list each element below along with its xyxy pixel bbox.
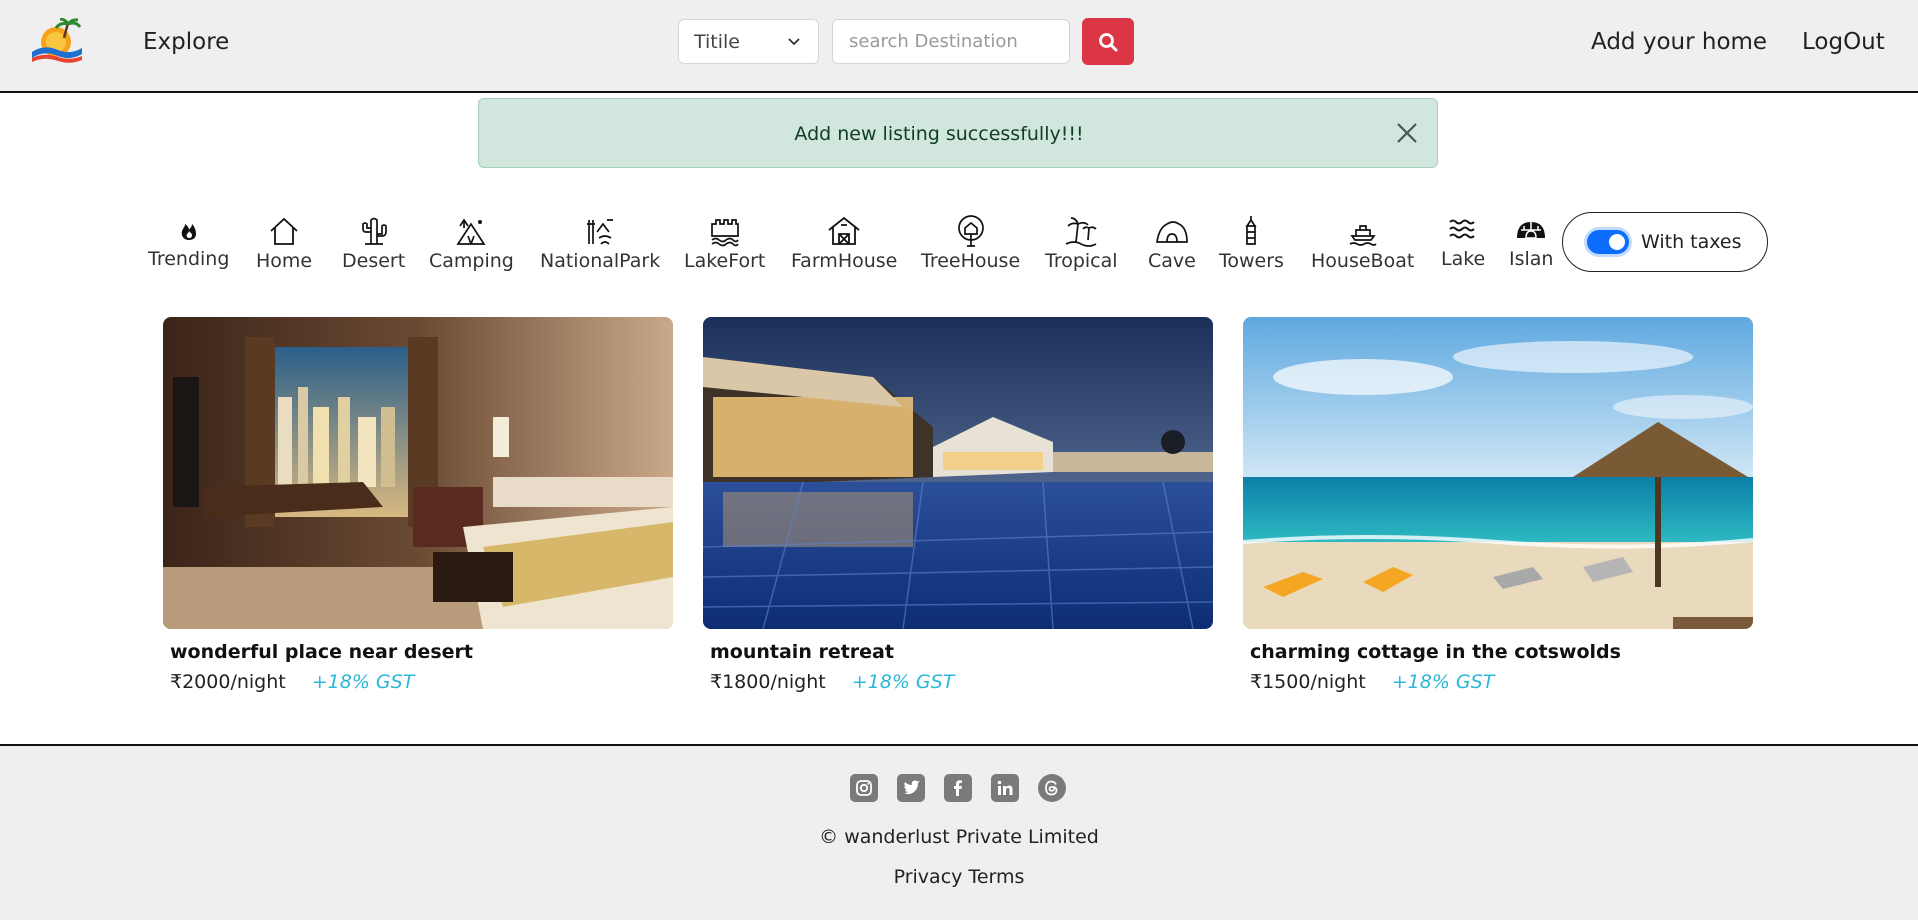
- filter-tropical[interactable]: Tropical: [1045, 214, 1118, 272]
- privacy-link[interactable]: Privacy: [894, 866, 963, 888]
- tax-toggle-label: With taxes: [1641, 231, 1742, 253]
- nav-explore-link[interactable]: Explore: [143, 29, 229, 55]
- filter-treehouse[interactable]: TreeHouse: [921, 214, 1020, 272]
- tax-switch[interactable]: [1587, 230, 1629, 254]
- fire-icon: [181, 224, 196, 240]
- cave-icon: [1155, 221, 1188, 243]
- palm-icon: [1065, 217, 1097, 247]
- filter-label: Islan: [1509, 248, 1554, 270]
- navbar: Explore Titile Add your home LogOut: [0, 0, 1918, 93]
- chevron-down-icon: [788, 38, 800, 46]
- water-icon: [1449, 219, 1475, 239]
- listing-price: ₹1500/night: [1250, 671, 1366, 693]
- hotel-room-image: [163, 317, 673, 629]
- filter-label: Cave: [1148, 250, 1196, 272]
- listing-image[interactable]: [163, 317, 673, 629]
- beach-umbrella-image: [1243, 317, 1753, 629]
- listing-price: ₹1800/night: [710, 671, 826, 693]
- filter-towers[interactable]: Towers: [1219, 214, 1284, 272]
- switch-knob: [1609, 234, 1625, 250]
- pool-resort-image: [703, 317, 1213, 629]
- filter-label: LakeFort: [684, 250, 766, 272]
- search-select-value: Titile: [694, 31, 740, 53]
- listing-image[interactable]: [1243, 317, 1753, 629]
- listing-card[interactable]: charming cottage in the cotswolds ₹1500/…: [1243, 317, 1753, 693]
- listing-title: charming cottage in the cotswolds: [1250, 641, 1621, 663]
- ship-icon: [1349, 225, 1377, 246]
- search-category-select[interactable]: Titile: [678, 19, 819, 64]
- filter-desert[interactable]: Desert: [342, 214, 405, 272]
- filter-islan[interactable]: Islan: [1509, 212, 1553, 270]
- copyright-text: © wanderlust Private Limited: [819, 826, 1099, 848]
- terms-link[interactable]: Terms: [968, 866, 1024, 888]
- add-your-home-link[interactable]: Add your home: [1591, 29, 1767, 55]
- filter-label: Camping: [429, 250, 514, 272]
- house-icon: [270, 217, 298, 245]
- listing-price-row: ₹1800/night +18% GST: [710, 671, 1213, 693]
- gst-label: +18% GST: [1391, 671, 1495, 693]
- filter-nationalpark[interactable]: NationalPark: [540, 214, 660, 272]
- linkedin-icon[interactable]: [991, 774, 1019, 802]
- fort-icon: [710, 219, 739, 247]
- filter-lake[interactable]: Lake: [1441, 212, 1485, 270]
- brand-logo[interactable]: [30, 17, 84, 64]
- listing-title: wonderful place near desert: [170, 641, 473, 663]
- twitter-icon[interactable]: [897, 774, 925, 802]
- filter-cave[interactable]: Cave: [1148, 214, 1196, 272]
- filter-label: Trending: [148, 248, 230, 270]
- gst-label: +18% GST: [851, 671, 955, 693]
- filter-label: NationalPark: [540, 250, 661, 272]
- filter-trending[interactable]: Trending: [148, 212, 229, 270]
- filter-home[interactable]: Home: [256, 214, 312, 272]
- filter-camping[interactable]: Camping: [429, 214, 514, 272]
- threads-icon[interactable]: [1038, 774, 1066, 802]
- filter-lakefort[interactable]: LakeFort: [684, 214, 765, 272]
- filter-label: Desert: [342, 250, 406, 272]
- gst-label: +18% GST: [311, 671, 415, 693]
- filter-label: Lake: [1441, 248, 1486, 270]
- footer-links: Privacy Terms: [0, 866, 1918, 888]
- listing-price: ₹2000/night: [170, 671, 286, 693]
- facebook-icon[interactable]: [944, 774, 972, 802]
- filter-label: HouseBoat: [1311, 250, 1415, 272]
- listing-title: mountain retreat: [710, 641, 894, 663]
- filter-houseboat[interactable]: HouseBoat: [1311, 214, 1414, 272]
- igloo-icon: [1517, 222, 1546, 239]
- listing-price-row: ₹2000/night +18% GST: [170, 671, 673, 693]
- filter-label: Tropical: [1045, 250, 1118, 272]
- search-destination-input[interactable]: [832, 19, 1070, 64]
- tax-toggle[interactable]: With taxes: [1562, 212, 1768, 272]
- listing-price-row: ₹1500/night +18% GST: [1250, 671, 1753, 693]
- alert-message: Add new listing successfully!!!: [794, 123, 1084, 145]
- listing-card[interactable]: mountain retreat ₹1800/night +18% GST: [703, 317, 1213, 693]
- cactus-icon: [361, 217, 387, 245]
- filter-farmhouse[interactable]: FarmHouse: [791, 214, 897, 272]
- logout-link[interactable]: LogOut: [1802, 29, 1885, 55]
- tower-icon: [1245, 216, 1258, 245]
- treehouse-icon: [957, 215, 984, 247]
- tent-icon: [456, 218, 487, 245]
- park-icon: [587, 219, 614, 245]
- close-icon[interactable]: [1395, 121, 1419, 145]
- listing-card[interactable]: wonderful place near desert ₹2000/night +…: [163, 317, 673, 693]
- instagram-icon[interactable]: [850, 774, 878, 802]
- filter-label: Towers: [1219, 250, 1284, 272]
- farmhouse-icon: [828, 216, 860, 245]
- search-button[interactable]: [1082, 18, 1134, 65]
- filter-label: Home: [256, 250, 313, 272]
- filter-label: TreeHouse: [921, 250, 1021, 272]
- filter-label: FarmHouse: [791, 250, 898, 272]
- search-icon: [1099, 32, 1118, 51]
- success-alert: Add new listing successfully!!!: [478, 98, 1438, 168]
- footer: © wanderlust Private Limited Privacy Ter…: [0, 744, 1918, 920]
- listing-image[interactable]: [703, 317, 1213, 629]
